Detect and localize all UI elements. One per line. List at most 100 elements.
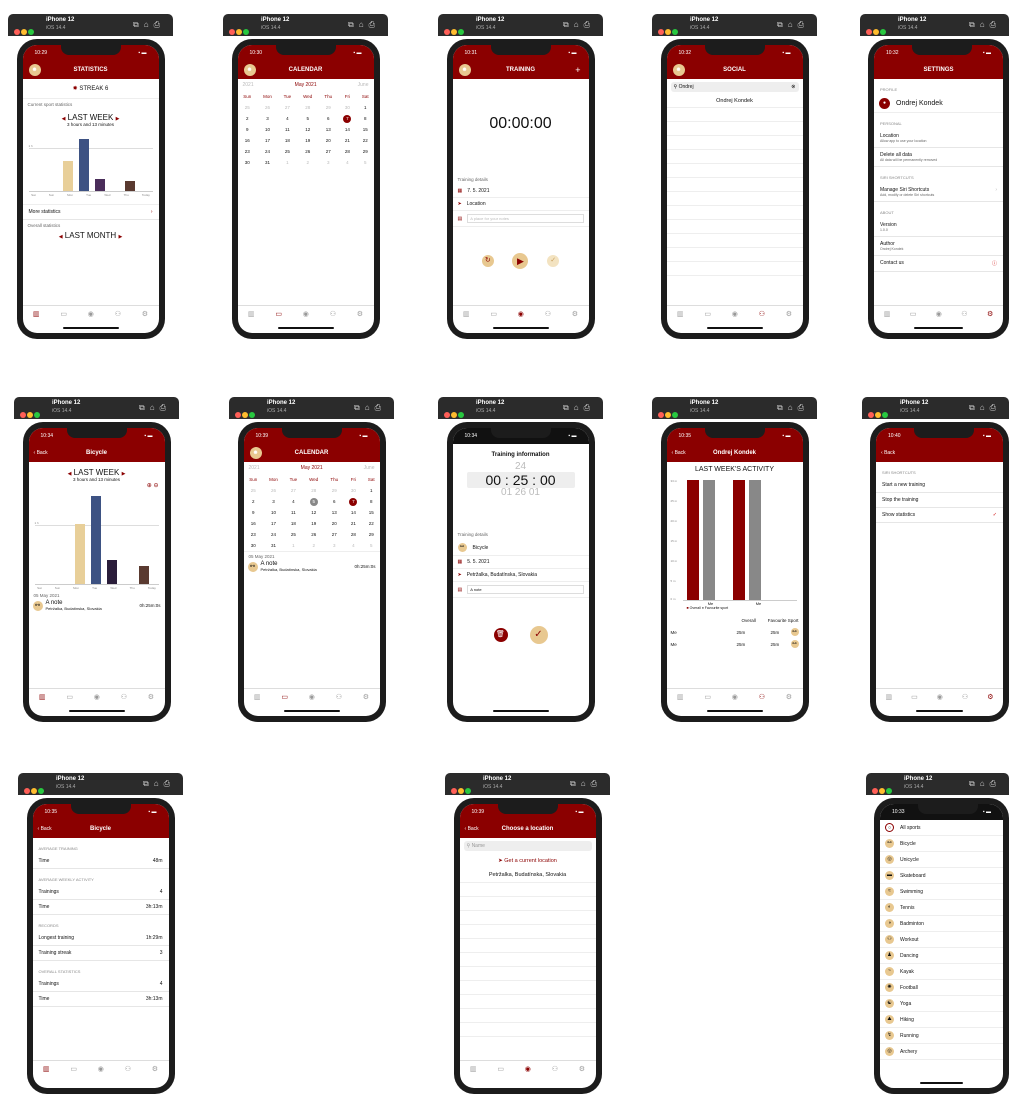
day-cell[interactable]: 2	[244, 496, 263, 507]
next-arrow-icon[interactable]: ▶	[116, 116, 120, 122]
chart-icon[interactable]: ▥	[677, 693, 684, 701]
sport-item[interactable]: ◎ Unicycle	[880, 852, 1003, 868]
sport-item[interactable]: ☯ Yoga	[880, 996, 1003, 1012]
people-icon[interactable]: ⚇	[125, 1065, 131, 1073]
day-cell[interactable]: 2	[238, 113, 257, 124]
confirm-button[interactable]: ✓	[529, 626, 548, 644]
day-cell[interactable]: 29	[363, 529, 379, 540]
day-cell[interactable]: 1	[363, 485, 379, 496]
avatar-icon[interactable]: ☻	[672, 64, 685, 76]
day-cell[interactable]: 25	[244, 485, 263, 496]
record-icon[interactable]: ◉	[88, 310, 94, 318]
chart-icon[interactable]: ▥	[677, 310, 684, 318]
calendar-icon[interactable]: ▭	[910, 310, 917, 318]
next-month[interactable]: June	[364, 465, 375, 471]
day-cell[interactable]: 29	[325, 485, 344, 496]
date-row[interactable]: ▦ 7. 5. 2021	[452, 185, 589, 198]
notes-input[interactable]: A place for your notes	[467, 214, 584, 223]
people-icon[interactable]: ⚇	[961, 310, 967, 318]
gear-icon[interactable]: ⚙	[786, 693, 792, 701]
day-cell[interactable]: 1	[284, 540, 302, 551]
day-cell[interactable]: 18	[278, 135, 296, 146]
add-button[interactable]: +	[575, 61, 580, 79]
location-result[interactable]: Petržalka, Budatínska, Slovakia	[459, 868, 596, 883]
calendar-icon[interactable]: ▭	[497, 1065, 504, 1073]
people-icon[interactable]: ⚇	[545, 310, 551, 318]
chart-icon[interactable]: ▥	[33, 310, 40, 318]
calendar-icon[interactable]: ▭	[704, 310, 711, 318]
day-cell[interactable]: 21	[344, 518, 363, 529]
chart-icon[interactable]: ▥	[43, 1065, 50, 1073]
sport-item[interactable]: ⚇ Workout	[880, 932, 1003, 948]
prev-month[interactable]: 2021	[243, 82, 254, 88]
location-row[interactable]: ➤ Petržalka, Budatínska, Slovakia	[452, 569, 589, 582]
gear-icon[interactable]: ⚙	[579, 1065, 585, 1073]
record-icon[interactable]: ◉	[309, 693, 315, 701]
avatar-icon[interactable]: ☻	[28, 64, 41, 76]
simulator-icons[interactable]: ⧉⌂⎙	[777, 403, 809, 413]
gear-icon[interactable]: ⚙	[357, 310, 363, 318]
simulator-icons[interactable]: ⧉⌂⎙	[139, 403, 171, 413]
avatar-icon[interactable]: ☻	[458, 64, 471, 76]
sport-item[interactable]: ⛰ Hiking	[880, 1012, 1003, 1028]
avatar-icon[interactable]: ☻	[249, 447, 262, 459]
day-cell[interactable]: 24	[263, 529, 284, 540]
avatar-icon[interactable]: ☻	[243, 64, 256, 76]
gear-icon[interactable]: ⚙	[786, 310, 792, 318]
day-cell[interactable]: 26	[303, 529, 325, 540]
day-cell[interactable]: 26	[297, 146, 319, 157]
gear-icon[interactable]: ⚙	[363, 693, 369, 701]
day-cell[interactable]: 6	[319, 113, 338, 124]
day-cell[interactable]: 17	[263, 518, 284, 529]
day-cell[interactable]: 4	[338, 157, 357, 168]
simulator-icons[interactable]: ⧉⌂⎙	[563, 20, 595, 30]
gear-icon[interactable]: ⚙	[148, 693, 154, 701]
calendar-icon[interactable]: ▭	[60, 310, 67, 318]
profile-row[interactable]: ● Ondrej Kondek	[874, 95, 1003, 113]
calendar-icon[interactable]: ▭	[911, 693, 918, 701]
contact-row[interactable]: Contact us ⓘ	[874, 256, 1003, 272]
day-cell[interactable]: 23	[238, 146, 257, 157]
gear-icon[interactable]: ⚙	[152, 1065, 158, 1073]
day-cell[interactable]: 1	[357, 102, 373, 113]
training-entry[interactable]: ⚯ A note Petržalka, Budatínska, Slovakia …	[244, 561, 380, 572]
day-cell[interactable]: 4	[284, 496, 302, 507]
day-cell[interactable]: 22	[357, 135, 373, 146]
day-cell[interactable]: 4	[278, 113, 296, 124]
back-button[interactable]: ‹ Back	[34, 444, 48, 462]
day-cell[interactable]: 25	[238, 102, 257, 113]
day-cell[interactable]: 30	[244, 540, 263, 551]
training-entry[interactable]: ⚯ A note Petržalka, Budatínska, Slovakia …	[29, 600, 165, 611]
sport-item[interactable]: ~ Kayak	[880, 964, 1003, 980]
day-cell[interactable]: 26	[263, 485, 284, 496]
sport-row[interactable]: ⚯ Bicycle	[452, 540, 589, 556]
location-setting[interactable]: Location Allow app to use your location	[874, 129, 1003, 148]
sport-item[interactable]: ↯ Running	[880, 1028, 1003, 1044]
sport-item[interactable]: ♟ Dancing	[880, 948, 1003, 964]
reset-button[interactable]: ↻	[481, 255, 494, 267]
chart-icon[interactable]: ▥	[248, 310, 255, 318]
day-cell[interactable]: 20	[319, 135, 338, 146]
day-cell[interactable]: 27	[284, 485, 302, 496]
day-cell[interactable]: 18	[284, 518, 302, 529]
back-button[interactable]: ‹ Back	[881, 444, 895, 462]
next-arrow-icon[interactable]: ▶	[122, 471, 126, 477]
sport-item[interactable]: ▬ Skateboard	[880, 868, 1003, 884]
day-cell[interactable]: 15	[363, 507, 379, 518]
day-cell[interactable]: 28	[303, 485, 325, 496]
day-cell[interactable]: 3	[319, 157, 338, 168]
sport-item[interactable]: ✺ Football	[880, 980, 1003, 996]
day-cell[interactable]: 11	[284, 507, 302, 518]
people-icon[interactable]: ⚇	[962, 693, 968, 701]
calendar-icon[interactable]: ▭	[70, 1065, 77, 1073]
sport-item[interactable]: ◑ Badminton	[880, 916, 1003, 932]
day-cell[interactable]: 28	[344, 529, 363, 540]
simulator-icons[interactable]: ⧉⌂⎙	[969, 403, 1001, 413]
day-cell[interactable]: 16	[238, 135, 257, 146]
simulator-icons[interactable]: ⧉⌂⎙	[348, 20, 380, 30]
day-cell[interactable]: 5	[297, 113, 319, 124]
day-cell[interactable]: 12	[297, 124, 319, 135]
record-icon[interactable]: ◉	[303, 310, 309, 318]
record-icon[interactable]: ◉	[936, 310, 942, 318]
day-cell[interactable]: 28	[297, 102, 319, 113]
